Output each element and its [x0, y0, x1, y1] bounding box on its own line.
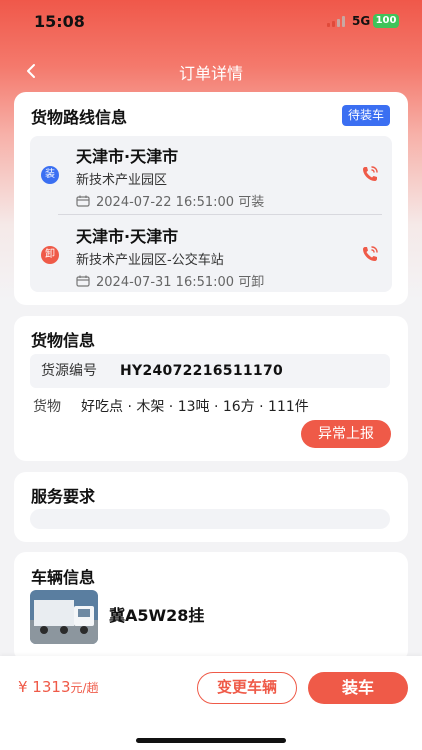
route-card: 货物路线信息 待装车 装 天津市·天津市 新技术产业园区 2024-07-22 … — [14, 92, 408, 305]
goods-row: 货物 好吃点 · 木架 · 13吨 · 16方 · 111件 — [33, 396, 309, 416]
signal-icon — [327, 16, 345, 27]
change-vehicle-button[interactable]: 变更车辆 — [197, 672, 297, 704]
cargo-card: 货物信息 货源编号 HY24072216511170 货物 好吃点 · 木架 · … — [14, 316, 408, 461]
divider — [58, 214, 382, 215]
price: ¥ 1313元/趟 — [18, 678, 99, 696]
status-bar: 15:08 5G 100 — [0, 0, 422, 44]
goods-label: 货物 — [33, 399, 61, 415]
vehicle-card-title: 车辆信息 — [31, 568, 96, 587]
price-value: ¥ 1313 — [18, 678, 71, 696]
source-number-row: 货源编号 HY24072216511170 — [30, 354, 390, 388]
goods-value: 好吃点 · 木架 · 13吨 · 16方 · 111件 — [81, 399, 309, 415]
calendar-icon — [76, 195, 90, 207]
load-button[interactable]: 装车 — [308, 672, 408, 704]
service-card: 服务要求 — [14, 472, 408, 542]
stop-city: 天津市·天津市 — [76, 227, 179, 246]
home-indicator — [136, 738, 286, 743]
bottom-action-bar: ¥ 1313元/趟 变更车辆 装车 — [0, 656, 422, 750]
stop-address: 新技术产业园区 — [76, 173, 168, 188]
network-label: 5G — [352, 14, 371, 28]
service-card-title: 服务要求 — [31, 487, 96, 506]
cargo-card-title: 货物信息 — [31, 331, 96, 350]
source-value: HY24072216511170 — [120, 363, 284, 379]
status-badge: 待装车 — [341, 105, 390, 126]
stop-time-row: 2024-07-31 16:51:00 可卸 — [76, 271, 264, 290]
route-stop-unload: 卸 天津市·天津市 新技术产业园区-公交车站 2024-07-31 16:51:… — [30, 216, 392, 292]
report-exception-button[interactable]: 异常上报 — [301, 420, 391, 448]
stop-time-row: 2024-07-22 16:51:00 可装 — [76, 191, 264, 210]
stop-city: 天津市·天津市 — [76, 147, 179, 166]
service-content — [30, 509, 390, 529]
stop-time: 2024-07-31 16:51:00 可卸 — [96, 275, 265, 290]
truck-image — [30, 590, 98, 644]
route-card-title: 货物路线信息 — [31, 108, 128, 127]
unload-tag-icon: 卸 — [41, 246, 59, 264]
page-title: 订单详情 — [178, 64, 243, 83]
status-time: 15:08 — [34, 12, 85, 31]
vehicle-card: 车辆信息 冀A5W28挂 — [14, 552, 408, 662]
source-label: 货源编号 — [41, 363, 97, 379]
load-tag-icon: 装 — [41, 166, 59, 184]
vehicle-plate: 冀A5W28挂 — [109, 606, 205, 625]
route-list: 装 天津市·天津市 新技术产业园区 2024-07-22 16:51:00 可装… — [30, 136, 392, 292]
calendar-icon — [76, 275, 90, 287]
nav-bar: 订单详情 — [0, 54, 422, 88]
phone-icon[interactable] — [360, 244, 380, 264]
phone-icon[interactable] — [360, 164, 380, 184]
battery-icon: 100 — [373, 14, 399, 28]
stop-address: 新技术产业园区-公交车站 — [76, 253, 224, 268]
price-unit: 元/趟 — [70, 681, 99, 695]
route-stop-load: 装 天津市·天津市 新技术产业园区 2024-07-22 16:51:00 可装 — [30, 136, 392, 212]
stop-time: 2024-07-22 16:51:00 可装 — [96, 195, 265, 210]
